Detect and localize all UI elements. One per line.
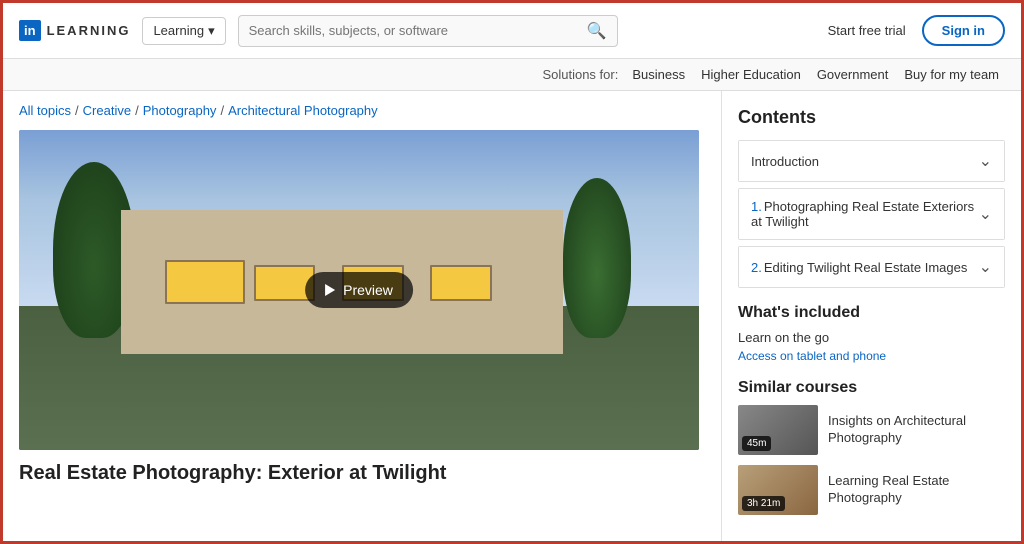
chevron-icon-photographing: ⌄ xyxy=(979,204,992,224)
logo[interactable]: in LEARNING xyxy=(19,20,130,41)
chevron-down-icon: ▾ xyxy=(208,23,215,39)
solutions-label: Solutions for: xyxy=(542,67,618,82)
duration-badge-1: 45m xyxy=(742,436,771,451)
play-icon xyxy=(325,284,335,296)
header-right: Start free trial Sign in xyxy=(828,15,1005,46)
course-info-2: Learning Real Estate Photography xyxy=(828,473,1005,507)
logo-icon: in xyxy=(19,20,41,41)
preview-label: Preview xyxy=(343,282,393,298)
chevron-icon-editing: ⌄ xyxy=(979,257,992,277)
duration-badge-2: 3h 21m xyxy=(742,496,785,511)
contents-item-introduction-header[interactable]: Introduction ⌄ xyxy=(739,141,1004,181)
similar-courses-title: Similar courses xyxy=(738,379,1005,397)
search-input[interactable] xyxy=(249,23,587,38)
preview-button[interactable]: Preview xyxy=(305,272,413,308)
introduction-label: Introduction xyxy=(751,154,819,169)
editing-label: 2.Editing Twilight Real Estate Images xyxy=(751,260,967,275)
breadcrumb-sep-1: / xyxy=(75,103,79,118)
contents-item-photographing[interactable]: 1.Photographing Real Estate Exteriors at… xyxy=(738,188,1005,240)
main-content: All topics / Creative / Photography / Ar… xyxy=(3,91,1021,541)
preview-container: Preview xyxy=(19,130,699,450)
photographing-label: 1.Photographing Real Estate Exteriors at… xyxy=(751,199,979,229)
similar-course-2[interactable]: 3h 21m Learning Real Estate Photography xyxy=(738,465,1005,515)
course-info-1: Insights on Architectural Photography xyxy=(828,413,1005,447)
breadcrumb-architectural-photography[interactable]: Architectural Photography xyxy=(228,103,378,118)
course-thumb-2: 3h 21m xyxy=(738,465,818,515)
whats-included-title: What's included xyxy=(738,304,1005,322)
learning-dropdown[interactable]: Learning ▾ xyxy=(142,17,225,45)
sub-nav-higher-education[interactable]: Higher Education xyxy=(701,67,801,82)
contents-item-editing-header[interactable]: 2.Editing Twilight Real Estate Images ⌄ xyxy=(739,247,1004,287)
learn-on-go-label: Learn on the go xyxy=(738,330,1005,345)
sub-nav-buy-for-team[interactable]: Buy for my team xyxy=(904,67,999,82)
contents-item-introduction[interactable]: Introduction ⌄ xyxy=(738,140,1005,182)
course-name-2: Learning Real Estate Photography xyxy=(828,473,1005,507)
access-label: Access on tablet and phone xyxy=(738,349,1005,363)
contents-item-editing[interactable]: 2.Editing Twilight Real Estate Images ⌄ xyxy=(738,246,1005,288)
course-title: Real Estate Photography: Exterior at Twi… xyxy=(19,462,705,485)
content-area: All topics / Creative / Photography / Ar… xyxy=(3,91,721,541)
contents-item-photographing-header[interactable]: 1.Photographing Real Estate Exteriors at… xyxy=(739,189,1004,239)
breadcrumb-photography[interactable]: Photography xyxy=(143,103,217,118)
breadcrumb-creative[interactable]: Creative xyxy=(83,103,131,118)
start-free-trial-link[interactable]: Start free trial xyxy=(828,23,906,38)
breadcrumb: All topics / Creative / Photography / Ar… xyxy=(19,103,705,118)
item-number-1: 1. xyxy=(751,199,762,214)
breadcrumb-sep-3: / xyxy=(220,103,224,118)
course-name-1: Insights on Architectural Photography xyxy=(828,413,1005,447)
header: in LEARNING Learning ▾ 🔍 Start free tria… xyxy=(3,3,1021,59)
sub-nav: Solutions for: Business Higher Education… xyxy=(3,59,1021,91)
search-icon[interactable]: 🔍 xyxy=(587,21,607,41)
sub-nav-government[interactable]: Government xyxy=(817,67,889,82)
breadcrumb-sep-2: / xyxy=(135,103,139,118)
sidebar: Contents Introduction ⌄ 1.Photographing … xyxy=(721,91,1021,541)
item-number-2: 2. xyxy=(751,260,762,275)
course-thumb-1: 45m xyxy=(738,405,818,455)
tree-right xyxy=(563,178,631,338)
similar-course-1[interactable]: 45m Insights on Architectural Photograph… xyxy=(738,405,1005,455)
sign-in-button[interactable]: Sign in xyxy=(922,15,1005,46)
logo-text: LEARNING xyxy=(47,23,131,38)
contents-title: Contents xyxy=(738,107,1005,128)
breadcrumb-all-topics[interactable]: All topics xyxy=(19,103,71,118)
search-bar: 🔍 xyxy=(238,15,618,47)
chevron-icon-introduction: ⌄ xyxy=(979,151,992,171)
sub-nav-business[interactable]: Business xyxy=(632,67,685,82)
